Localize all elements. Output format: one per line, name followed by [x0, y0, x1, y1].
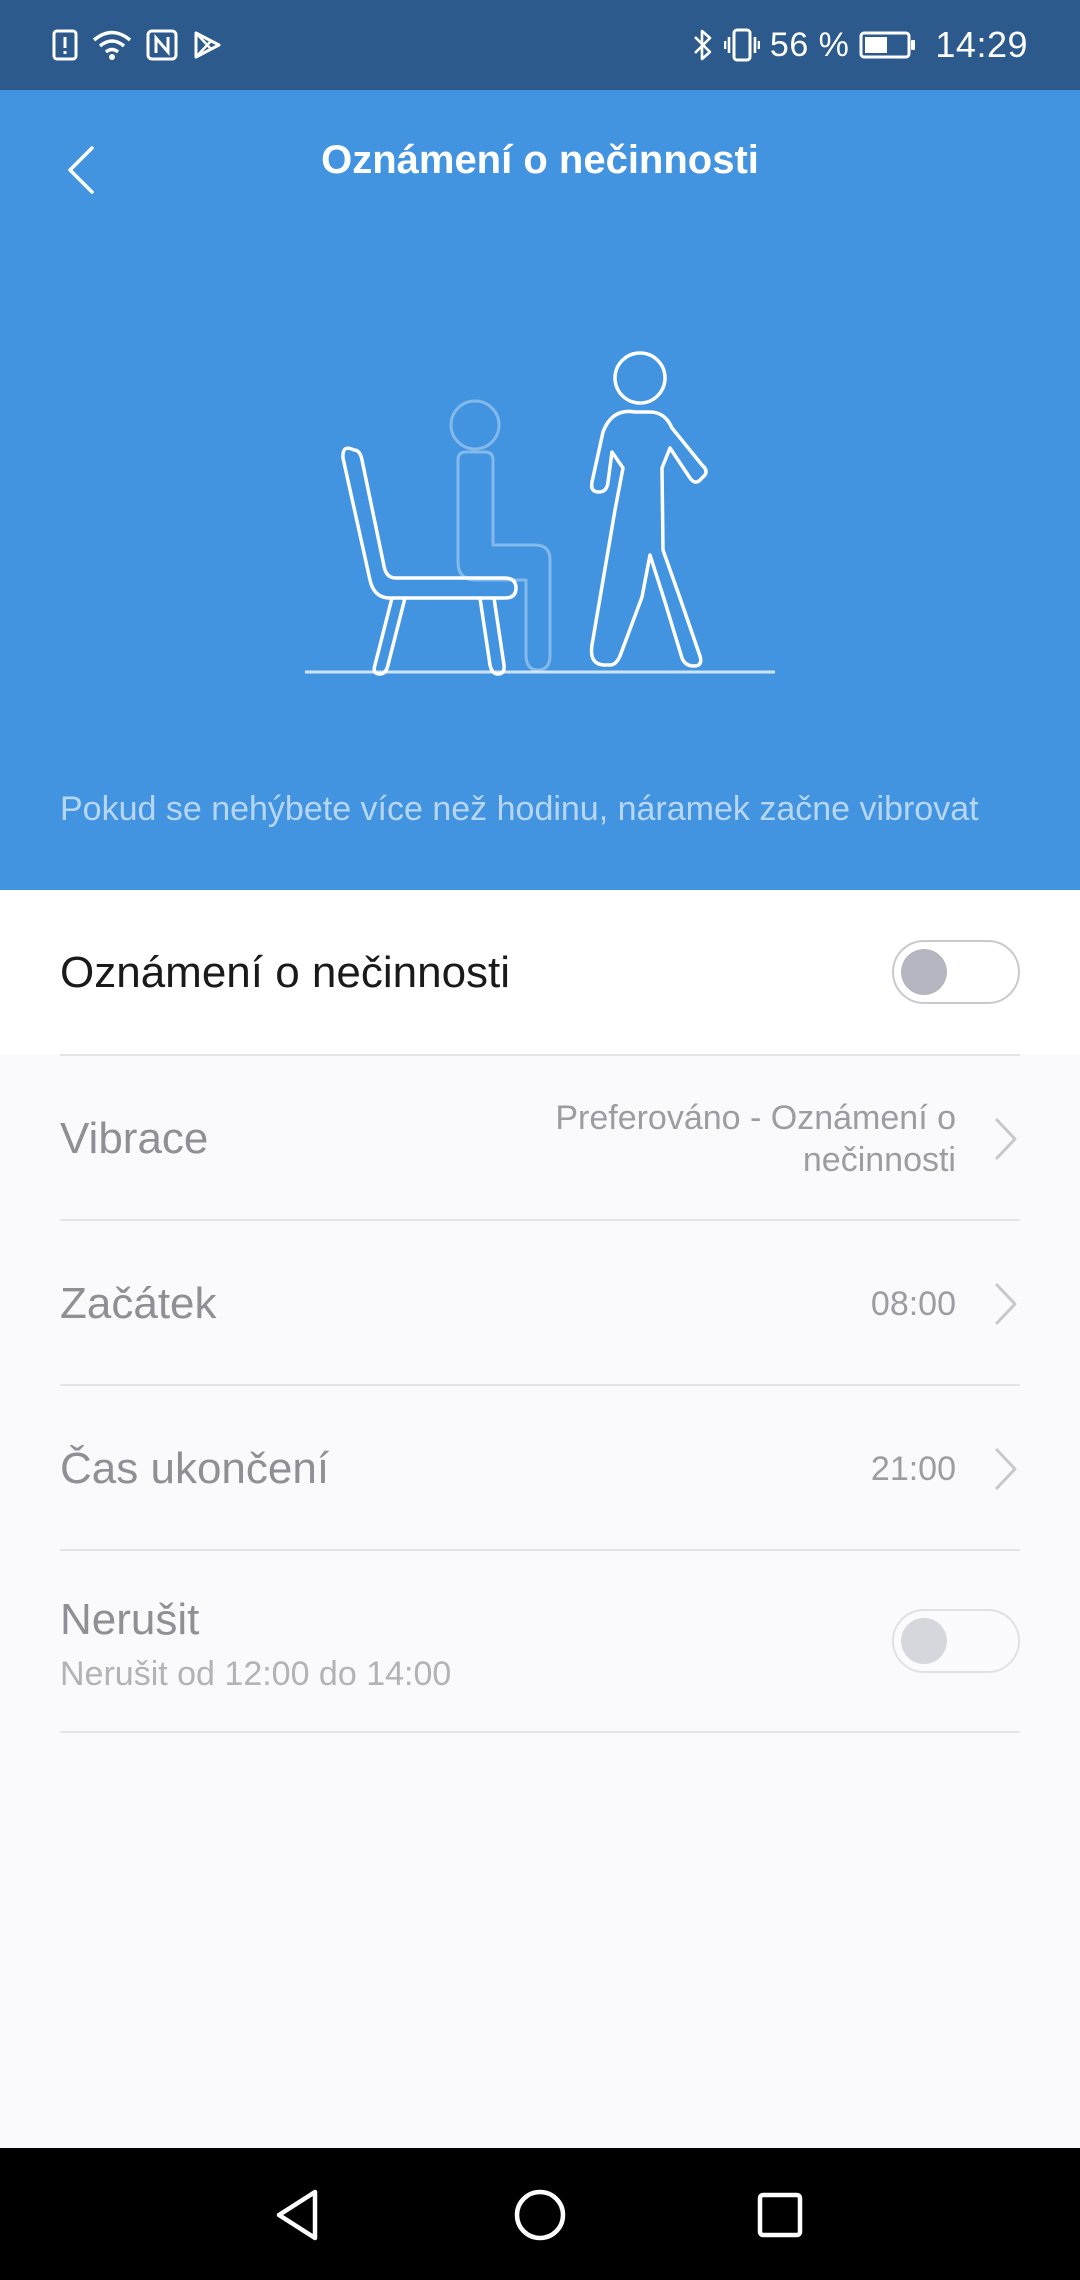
home-circle-icon[interactable]	[505, 2180, 575, 2250]
chevron-right-icon	[995, 1283, 1017, 1325]
hero-description: Pokud se nehýbete více než hodinu, náram…	[60, 790, 979, 828]
end-time-setting-row[interactable]: Čas ukončení 21:00	[0, 1386, 1080, 1551]
system-navigation-bar	[0, 2148, 1080, 2280]
wifi-icon	[92, 30, 132, 60]
start-time-label: Začátek	[60, 1279, 217, 1328]
inactivity-alert-label: Oznámení o nečinnosti	[60, 948, 511, 997]
vibration-value-line1: Preferováno - Oznámení o	[555, 1099, 956, 1137]
sitting-and-walking-person-illustration	[305, 351, 775, 676]
do-not-disturb-sublabel: Nerušit od 12:00 do 14:00	[60, 1655, 452, 1693]
status-left-icons	[52, 22, 222, 68]
end-time-value: 21:00	[870, 1450, 956, 1488]
do-not-disturb-label: Nerušit	[60, 1595, 200, 1644]
status-right-icons: 56 % 14:29	[692, 22, 1028, 68]
do-not-disturb-setting-row[interactable]: Nerušit Nerušit od 12:00 do 14:00	[0, 1551, 1080, 1731]
toggle-knob	[901, 949, 947, 995]
clock: 14:29	[935, 24, 1028, 65]
page-title: Oznámení o nečinnosti	[321, 138, 759, 182]
bluetooth-icon	[693, 29, 712, 61]
hero-header: Oznámení o nečinnosti Pokud se nehýbete …	[0, 90, 1080, 890]
inactivity-alert-toggle[interactable]	[892, 940, 1020, 1004]
alert-icon	[52, 29, 78, 61]
play-store-icon	[194, 31, 221, 59]
vibration-setting-row[interactable]: Vibrace Preferováno - Oznámení o nečinno…	[0, 1056, 1080, 1221]
vibrate-icon	[723, 28, 760, 62]
battery-icon	[859, 31, 916, 59]
start-time-value: 08:00	[870, 1285, 956, 1323]
vibration-value: Preferováno - Oznámení o nečinnosti	[555, 1097, 956, 1181]
nfc-icon	[146, 29, 178, 61]
end-time-label: Čas ukončení	[60, 1444, 330, 1493]
vibration-label: Vibrace	[60, 1114, 209, 1163]
vibration-value-line2: nečinnosti	[802, 1141, 956, 1179]
inactivity-alert-toggle-row[interactable]: Oznámení o nečinnosti	[0, 890, 1080, 1055]
chevron-right-icon	[995, 1118, 1017, 1160]
toggle-knob	[901, 1618, 947, 1664]
divider	[60, 1731, 1020, 1733]
do-not-disturb-toggle[interactable]	[892, 1609, 1020, 1673]
battery-percent: 56 %	[769, 25, 850, 64]
chevron-right-icon	[995, 1448, 1017, 1490]
back-triangle-icon[interactable]	[265, 2180, 335, 2250]
status-bar: 56 % 14:29	[0, 0, 1080, 90]
start-time-setting-row[interactable]: Začátek 08:00	[0, 1221, 1080, 1386]
recents-square-icon[interactable]	[745, 2180, 815, 2250]
